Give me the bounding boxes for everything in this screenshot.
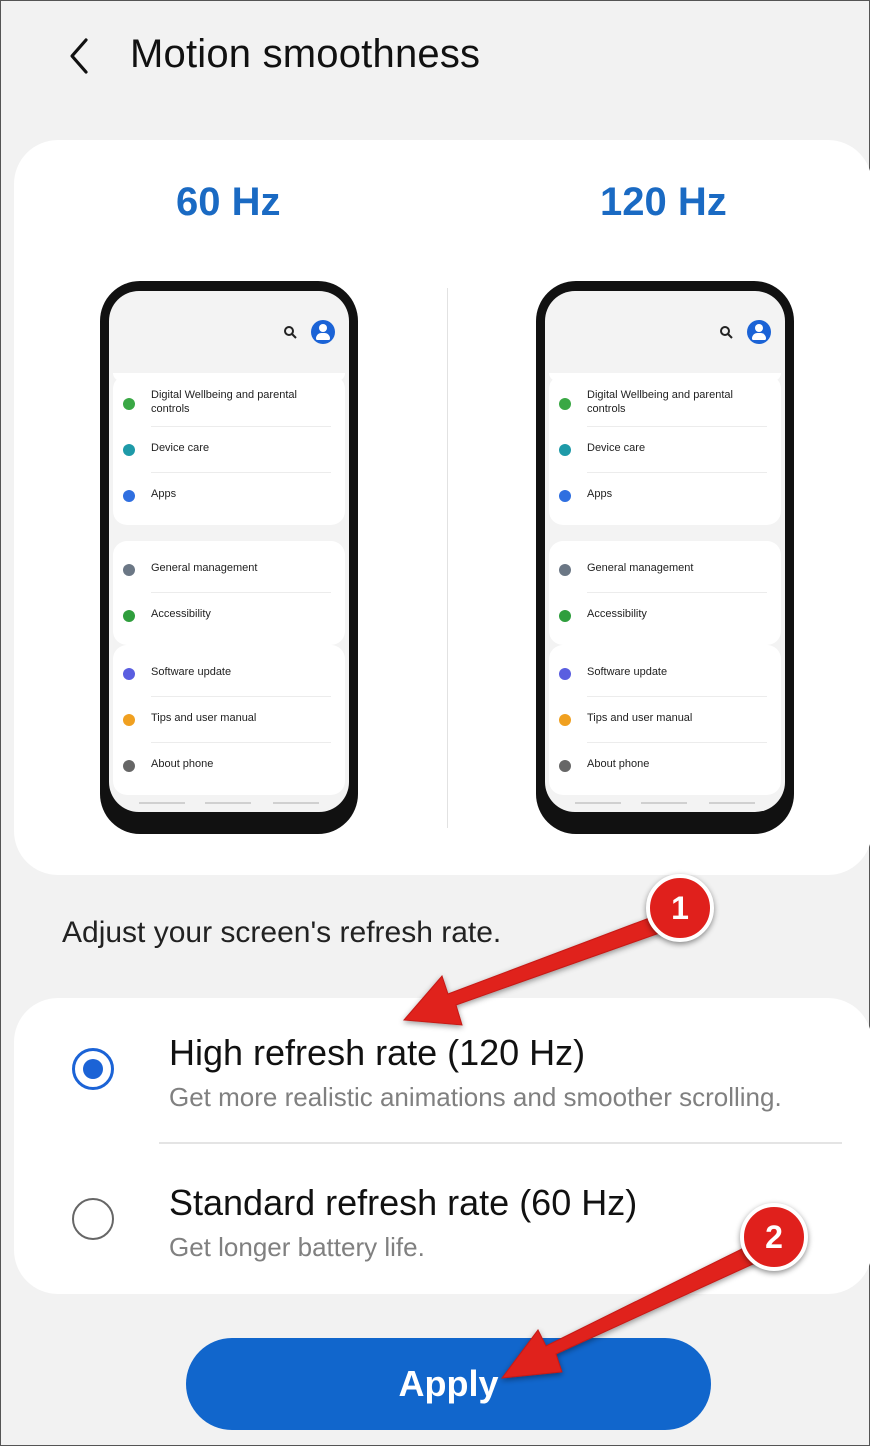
option-divider <box>159 1142 842 1144</box>
phone-screen-list-item: Tips and user manual <box>549 697 781 743</box>
annotation-badge-1: 1 <box>646 874 714 942</box>
page-title: Motion smoothness <box>130 32 481 76</box>
phone-screen-group: General management Accessibility <box>113 541 345 645</box>
search-icon <box>720 326 733 339</box>
phone-screen-item-label: Tips and user manual <box>151 712 257 724</box>
phone-screen-header <box>109 291 349 373</box>
phone-screen-item-label: Digital Wellbeing and parental controls <box>151 389 297 415</box>
phone-preview-120hz: Digital Wellbeing and parental controls D… <box>536 281 794 834</box>
app-bar: Motion smoothness <box>0 0 870 115</box>
apps-icon <box>559 490 571 502</box>
tips-icon <box>559 714 571 726</box>
phone-screen-item-label: Software update <box>151 666 232 678</box>
phone-screen-list-item: Digital Wellbeing and parental controls <box>113 381 345 427</box>
wellbeing-icon <box>559 398 571 410</box>
preview-label-60hz: 60 Hz <box>176 180 281 224</box>
phone-nav-bar-indicator <box>575 802 621 804</box>
phone-screen-list-item: General management <box>549 547 781 593</box>
phone-screen-item-label: Device care <box>151 442 210 454</box>
account-icon <box>747 320 771 344</box>
phone-screen-item-label: General management <box>151 562 258 574</box>
option-subtitle: Get more realistic animations and smooth… <box>169 1082 782 1112</box>
about-phone-icon <box>123 760 135 772</box>
tips-icon <box>123 714 135 726</box>
software-update-icon <box>559 668 571 680</box>
phone-screen: Digital Wellbeing and parental controls D… <box>109 291 349 812</box>
account-icon <box>311 320 335 344</box>
preview-card: 60 Hz 120 Hz Digital Wellbeing and paren… <box>14 140 870 875</box>
phone-screen-item-label: Digital Wellbeing and parental controls <box>587 389 733 415</box>
about-phone-icon <box>559 760 571 772</box>
phone-screen-item-label: Device care <box>587 442 646 454</box>
general-management-icon <box>559 564 571 576</box>
annotation-badge-2: 2 <box>740 1203 808 1271</box>
phone-screen-item-label: Software update <box>587 666 668 678</box>
phone-screen-item-label: Tips and user manual <box>587 712 693 724</box>
phone-screen-list-item: Device care <box>113 427 345 473</box>
phone-screen-list-item: Apps <box>113 473 345 519</box>
refresh-rate-description: Adjust your screen's refresh rate. <box>62 916 502 949</box>
phone-screen-list-item: Device care <box>549 427 781 473</box>
phone-screen-list-item: Tips and user manual <box>113 697 345 743</box>
phone-nav-bar-indicator <box>139 802 185 804</box>
phone-screen: Digital Wellbeing and parental controls D… <box>545 291 785 812</box>
apply-button[interactable]: Apply <box>186 1338 711 1430</box>
option-title: High refresh rate (120 Hz) <box>169 1032 586 1073</box>
preview-divider <box>447 288 448 828</box>
option-subtitle: Get longer battery life. <box>169 1232 425 1262</box>
phone-screen-list-item: Software update <box>113 651 345 697</box>
phone-screen-group: Digital Wellbeing and parental controls D… <box>549 375 781 525</box>
device-care-icon <box>123 444 135 456</box>
software-update-icon <box>123 668 135 680</box>
phone-screen-list-item: Digital Wellbeing and parental controls <box>549 381 781 427</box>
general-management-icon <box>123 564 135 576</box>
phone-nav-bar-indicator <box>273 802 319 804</box>
phone-screen-list-item: General management <box>113 547 345 593</box>
phone-screen-item-label: Apps <box>587 488 613 500</box>
apps-icon <box>123 490 135 502</box>
phone-screen-list-item: About phone <box>113 743 345 789</box>
wellbeing-icon <box>123 398 135 410</box>
phone-nav-bar-indicator <box>641 802 687 804</box>
radio-button-selected[interactable] <box>72 1048 114 1090</box>
accessibility-icon <box>123 610 135 622</box>
accessibility-icon <box>559 610 571 622</box>
phone-screen-group: General management Accessibility <box>549 541 781 645</box>
phone-screen-header <box>545 291 785 373</box>
phone-screen-item-label: General management <box>587 562 694 574</box>
chevron-left-icon <box>70 38 88 74</box>
phone-nav-bar-indicator <box>709 802 755 804</box>
phone-screen-item-label: About phone <box>151 758 214 770</box>
option-title: Standard refresh rate (60 Hz) <box>169 1182 638 1223</box>
phone-screen-list-item: Software update <box>549 651 781 697</box>
phone-screen-list-item: Apps <box>549 473 781 519</box>
phone-screen-list-item: About phone <box>549 743 781 789</box>
radio-button-unselected[interactable] <box>72 1198 114 1240</box>
search-icon <box>284 326 297 339</box>
phone-screen-item-label: Apps <box>151 488 177 500</box>
phone-preview-60hz: Digital Wellbeing and parental controls D… <box>100 281 358 834</box>
phone-screen-item-label: Accessibility <box>587 608 647 620</box>
phone-screen-group: Software update Tips and user manual About… <box>113 645 345 795</box>
phone-nav-bar-indicator <box>205 802 251 804</box>
preview-label-120hz: 120 Hz <box>600 180 727 224</box>
phone-screen-item-label: About phone <box>587 758 650 770</box>
option-standard-refresh-rate[interactable]: Standard refresh rate (60 Hz) Get longer… <box>14 1148 870 1288</box>
back-button[interactable] <box>52 28 108 84</box>
device-care-icon <box>559 444 571 456</box>
option-high-refresh-rate[interactable]: High refresh rate (120 Hz) Get more real… <box>14 998 870 1138</box>
phone-screen-group: Digital Wellbeing and parental controls D… <box>113 375 345 525</box>
phone-screen-group: Software update Tips and user manual About… <box>549 645 781 795</box>
phone-screen-list-item: Accessibility <box>549 593 781 639</box>
phone-screen-list-item: Accessibility <box>113 593 345 639</box>
phone-screen-item-label: Accessibility <box>151 608 211 620</box>
